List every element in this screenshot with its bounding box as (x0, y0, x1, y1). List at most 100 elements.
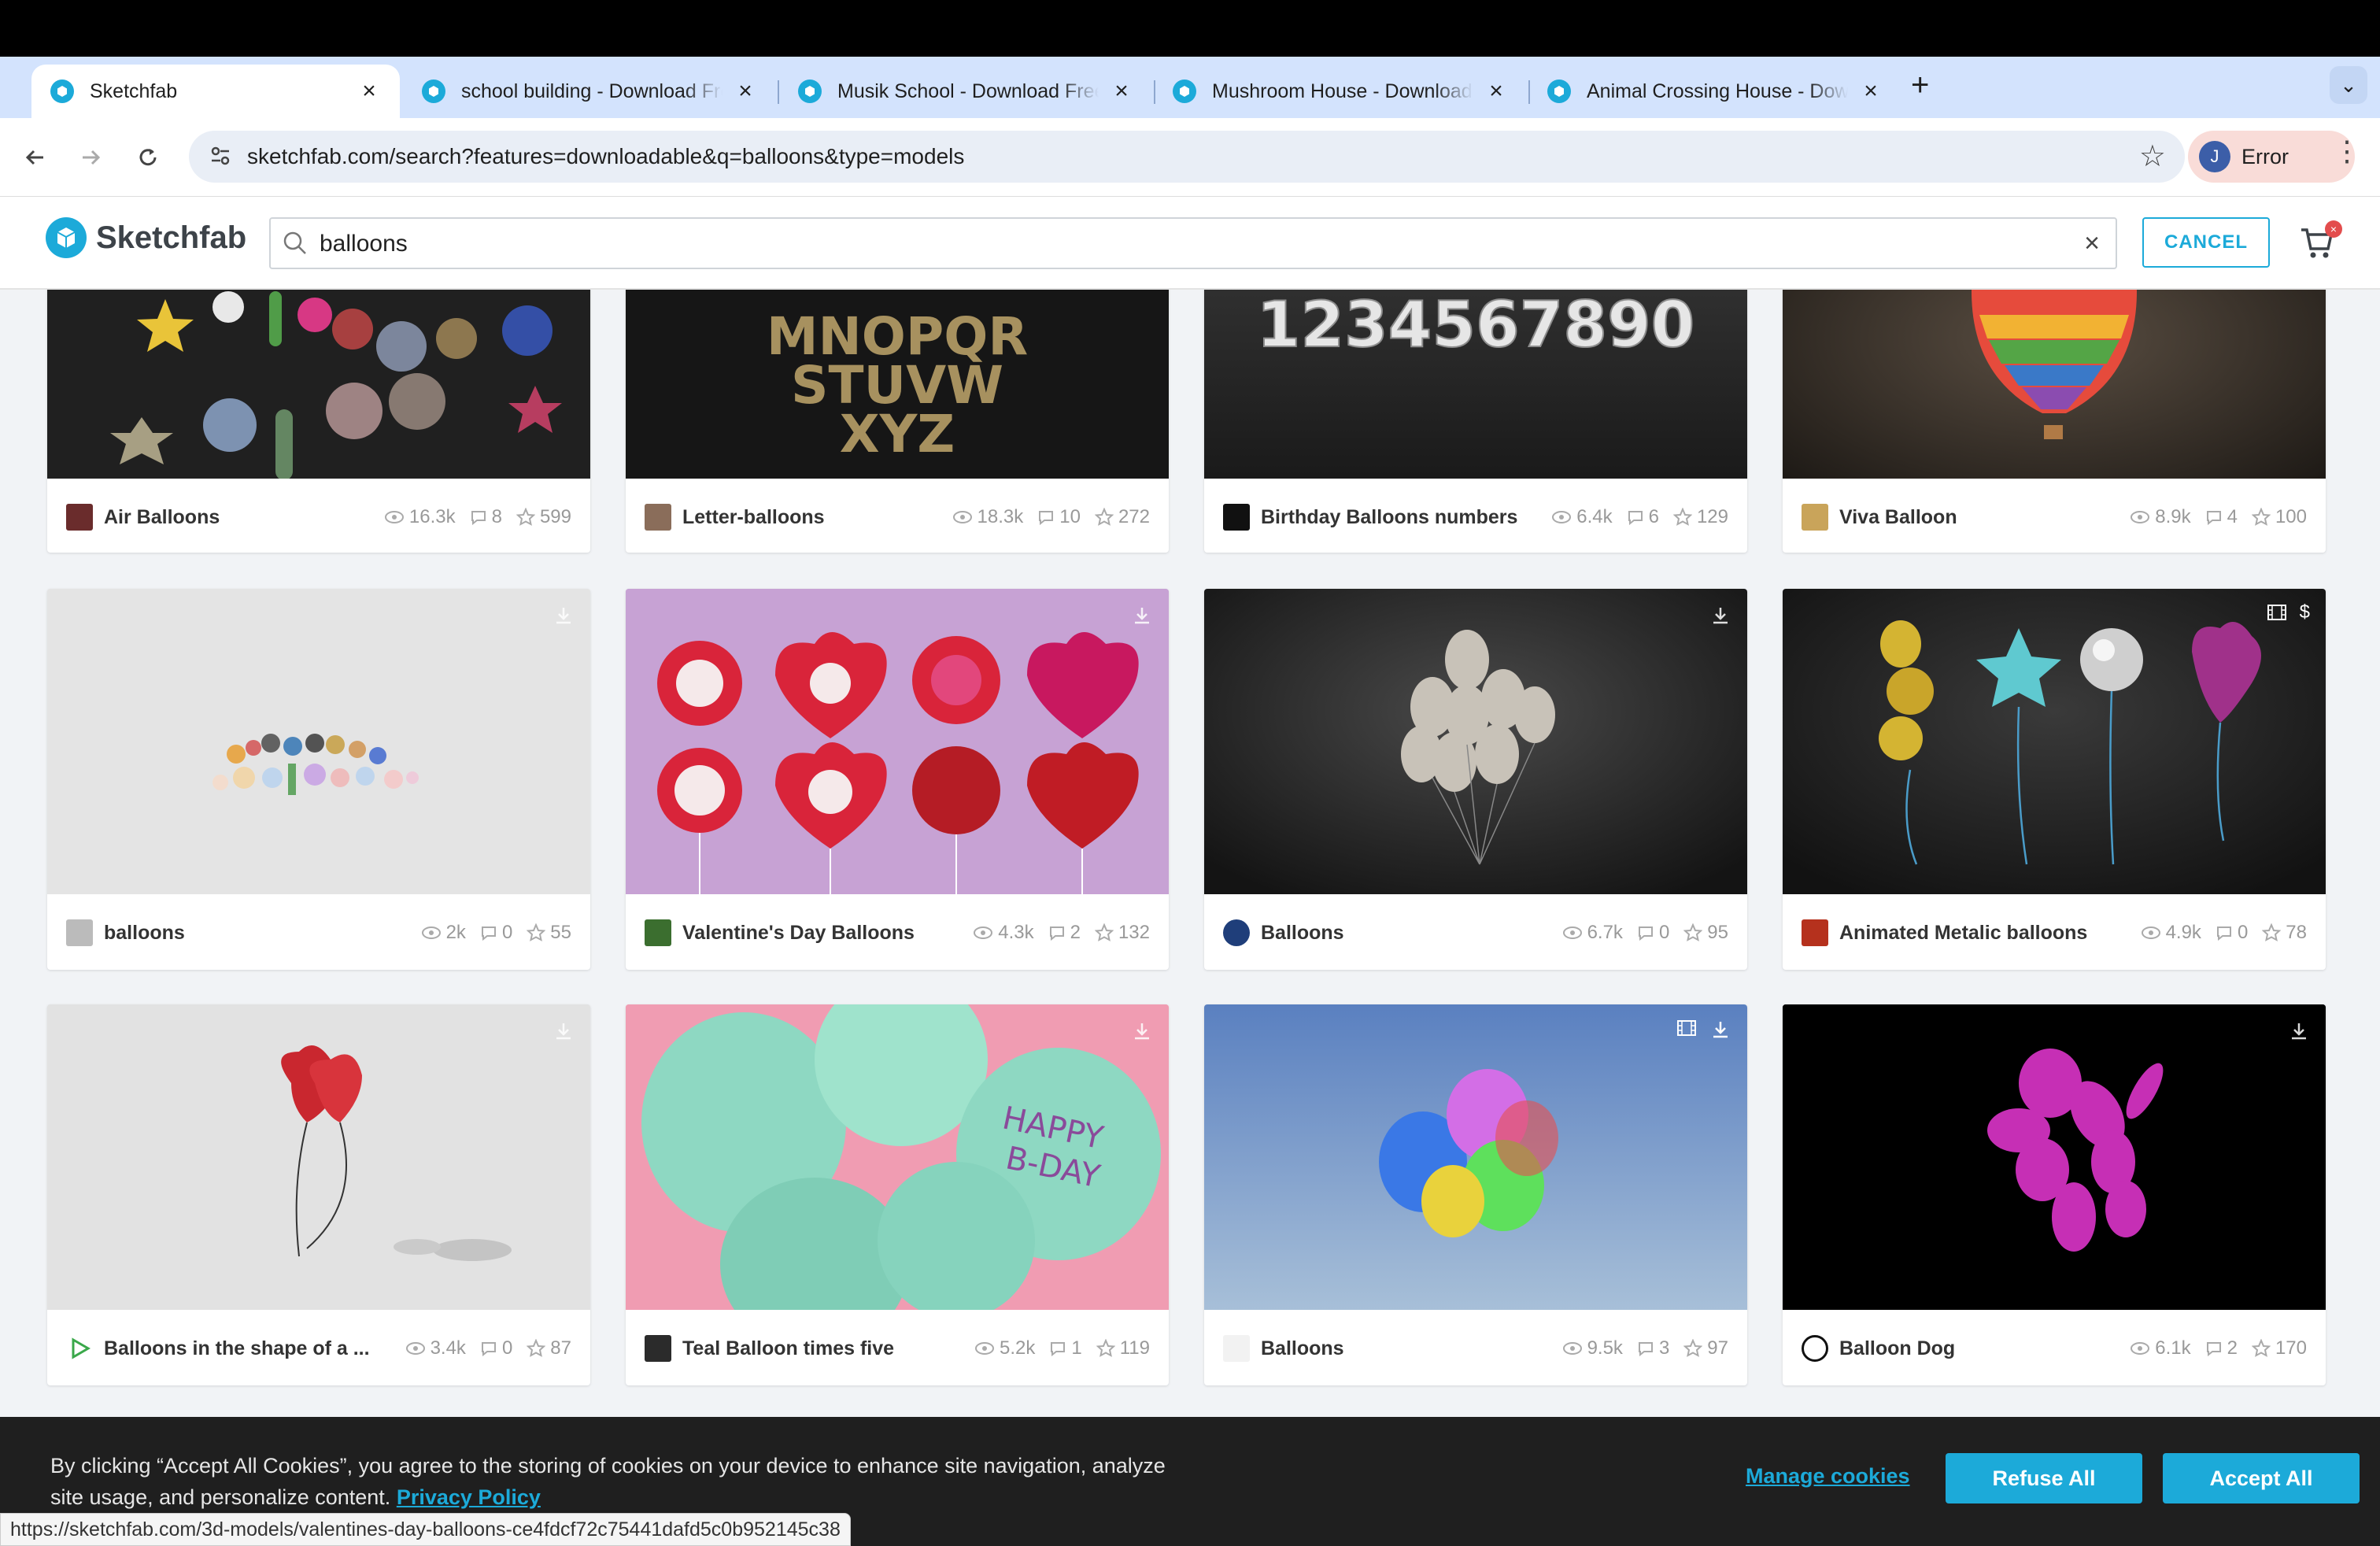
model-thumbnail (626, 589, 1169, 894)
sketchfab-favicon-icon (50, 80, 74, 103)
views-stat: 4.9k (2141, 922, 2201, 944)
tab-close-icon[interactable]: × (1859, 78, 1883, 105)
avatar (66, 919, 93, 946)
comment-icon (1051, 1342, 1066, 1356)
search-icon (282, 230, 309, 261)
reload-icon[interactable] (128, 137, 168, 178)
views-stat: 9.5k (1562, 1337, 1623, 1359)
download-icon[interactable] (2288, 1020, 2310, 1046)
profile-button[interactable]: J Error (2188, 131, 2355, 183)
tab-title: Sketchfab (90, 80, 178, 102)
cancel-button[interactable]: CANCEL (2142, 217, 2270, 268)
views-stat: 18.3k (952, 506, 1023, 528)
model-card[interactable]: Balloons in the shape of a ... 3.4k 0 87 (47, 1004, 590, 1385)
star-icon (2251, 1339, 2271, 1357)
status-bar-url: https://sketchfab.com/3d-models/valentin… (0, 1513, 851, 1546)
model-stats: 9.5k 3 97 (1548, 1337, 1728, 1359)
avatar (66, 504, 93, 531)
likes-stat: 55 (527, 922, 571, 944)
refuse-all-button[interactable]: Refuse All (1946, 1453, 2142, 1503)
comments-stat: 2 (1048, 922, 1081, 944)
tab-musik-school[interactable]: Musik School - Download Free × (779, 65, 1152, 118)
model-meta: balloons 2k 0 55 (47, 894, 590, 970)
tab-close-icon[interactable]: × (734, 78, 757, 105)
likes-stat: 599 (516, 506, 571, 528)
model-title[interactable]: Letter-balloons (682, 506, 938, 529)
search-input[interactable] (320, 227, 2051, 261)
privacy-policy-link[interactable]: Privacy Policy (397, 1485, 541, 1509)
download-icon (1713, 1022, 1728, 1038)
model-card[interactable]: $ Animated Metalic balloons 4.9k 0 78 (1783, 589, 2326, 970)
accept-all-button[interactable]: Accept All (2163, 1453, 2360, 1503)
tab-search-chevron-icon[interactable]: ⌄ (2330, 66, 2367, 104)
model-card[interactable]: Balloons 6.7k 0 95 (1204, 589, 1747, 970)
download-icon[interactable] (552, 1020, 575, 1046)
eye-icon (384, 511, 404, 523)
views-stat: 16.3k (384, 506, 456, 528)
model-card[interactable]: Balloons 9.5k 3 97 (1204, 1004, 1747, 1385)
model-card[interactable]: Balloon Dog 6.1k 2 170 (1783, 1004, 2326, 1385)
model-title[interactable]: Balloons in the shape of a ... (104, 1337, 391, 1360)
screen-bezel (0, 0, 2380, 57)
model-meta: Letter-balloons 18.3k 10 272 (626, 479, 1169, 553)
tab-sketchfab[interactable]: Sketchfab × (31, 65, 400, 118)
card-badges: $ (2267, 603, 2310, 622)
model-title[interactable]: Balloons (1261, 922, 1548, 945)
model-title[interactable]: Valentine's Day Balloons (682, 922, 959, 945)
comment-icon (2206, 1342, 2221, 1356)
model-stats: 6.4k 6 129 (1537, 506, 1728, 528)
model-meta: Balloon Dog 6.1k 2 170 (1783, 1310, 2326, 1385)
download-icon[interactable] (1131, 605, 1153, 631)
model-title[interactable]: Air Balloons (104, 506, 370, 529)
model-card[interactable]: Valentine's Day Balloons 4.3k 2 132 (626, 589, 1169, 970)
sketchfab-logo[interactable]: Sketchfab (46, 217, 246, 258)
profile-avatar: J (2199, 141, 2230, 172)
model-meta: Balloons 6.7k 0 95 (1204, 894, 1747, 970)
likes-stat: 100 (2251, 506, 2307, 528)
avatar (645, 919, 671, 946)
new-tab-plus-icon[interactable]: + (1911, 68, 1929, 103)
comment-icon (1628, 511, 1643, 525)
tab-school-building[interactable]: school building - Download Free × (403, 65, 776, 118)
model-card[interactable]: balloons 2k 0 55 (47, 589, 590, 970)
comments-stat: 8 (470, 506, 502, 528)
model-thumbnail (47, 589, 590, 894)
tab-mushroom-house[interactable]: Mushroom House - Download × (1154, 65, 1527, 118)
model-card[interactable]: HAPPY B-DAY Teal Balloon times five 5.2k… (626, 1004, 1169, 1385)
model-stats: 8.9k 4 100 (2116, 506, 2307, 528)
views-stat: 5.2k (974, 1337, 1035, 1359)
comment-icon (1039, 511, 1054, 525)
site-settings-icon[interactable] (206, 142, 235, 170)
likes-stat: 87 (527, 1337, 571, 1359)
back-arrow-icon[interactable] (14, 137, 55, 178)
tab-animal-crossing-house[interactable]: Animal Crossing House - Down × (1528, 65, 1901, 118)
tab-close-icon[interactable]: × (1110, 78, 1133, 105)
tab-close-icon[interactable]: × (357, 78, 381, 105)
model-title[interactable]: Balloon Dog (1839, 1337, 2116, 1360)
star-icon (527, 1339, 546, 1357)
model-title[interactable]: Teal Balloon times five (682, 1337, 960, 1360)
clear-search-icon[interactable]: × (2084, 228, 2100, 259)
comment-icon (481, 926, 496, 941)
model-title[interactable]: Viva Balloon (1839, 506, 2116, 529)
bookmark-star-icon[interactable]: ☆ (2139, 139, 2166, 174)
tab-close-icon[interactable]: × (1484, 78, 1508, 105)
manage-cookies-link[interactable]: Manage cookies (1746, 1464, 1910, 1489)
address-bar[interactable]: sketchfab.com/search?features=downloadab… (189, 131, 2185, 183)
forward-arrow-icon[interactable] (71, 137, 112, 178)
avatar (1802, 1335, 1828, 1362)
model-meta: Teal Balloon times five 5.2k 1 119 (626, 1310, 1169, 1385)
model-title[interactable]: Balloons (1261, 1337, 1548, 1360)
comments-stat: 2 (2205, 1337, 2238, 1359)
model-title[interactable]: balloons (104, 922, 407, 945)
model-title[interactable]: Animated Metalic balloons (1839, 922, 2127, 945)
likes-stat: 132 (1094, 922, 1150, 944)
download-icon[interactable] (552, 605, 575, 631)
search-box[interactable]: × (269, 217, 2117, 269)
eye-icon (1552, 511, 1572, 523)
download-icon[interactable] (1131, 1020, 1153, 1046)
download-icon[interactable] (1709, 605, 1731, 631)
cart-icon[interactable]: × (2298, 220, 2342, 264)
browser-menu-icon[interactable]: ⋮ (2333, 137, 2361, 165)
model-title[interactable]: Birthday Balloons numbers (1261, 506, 1537, 529)
